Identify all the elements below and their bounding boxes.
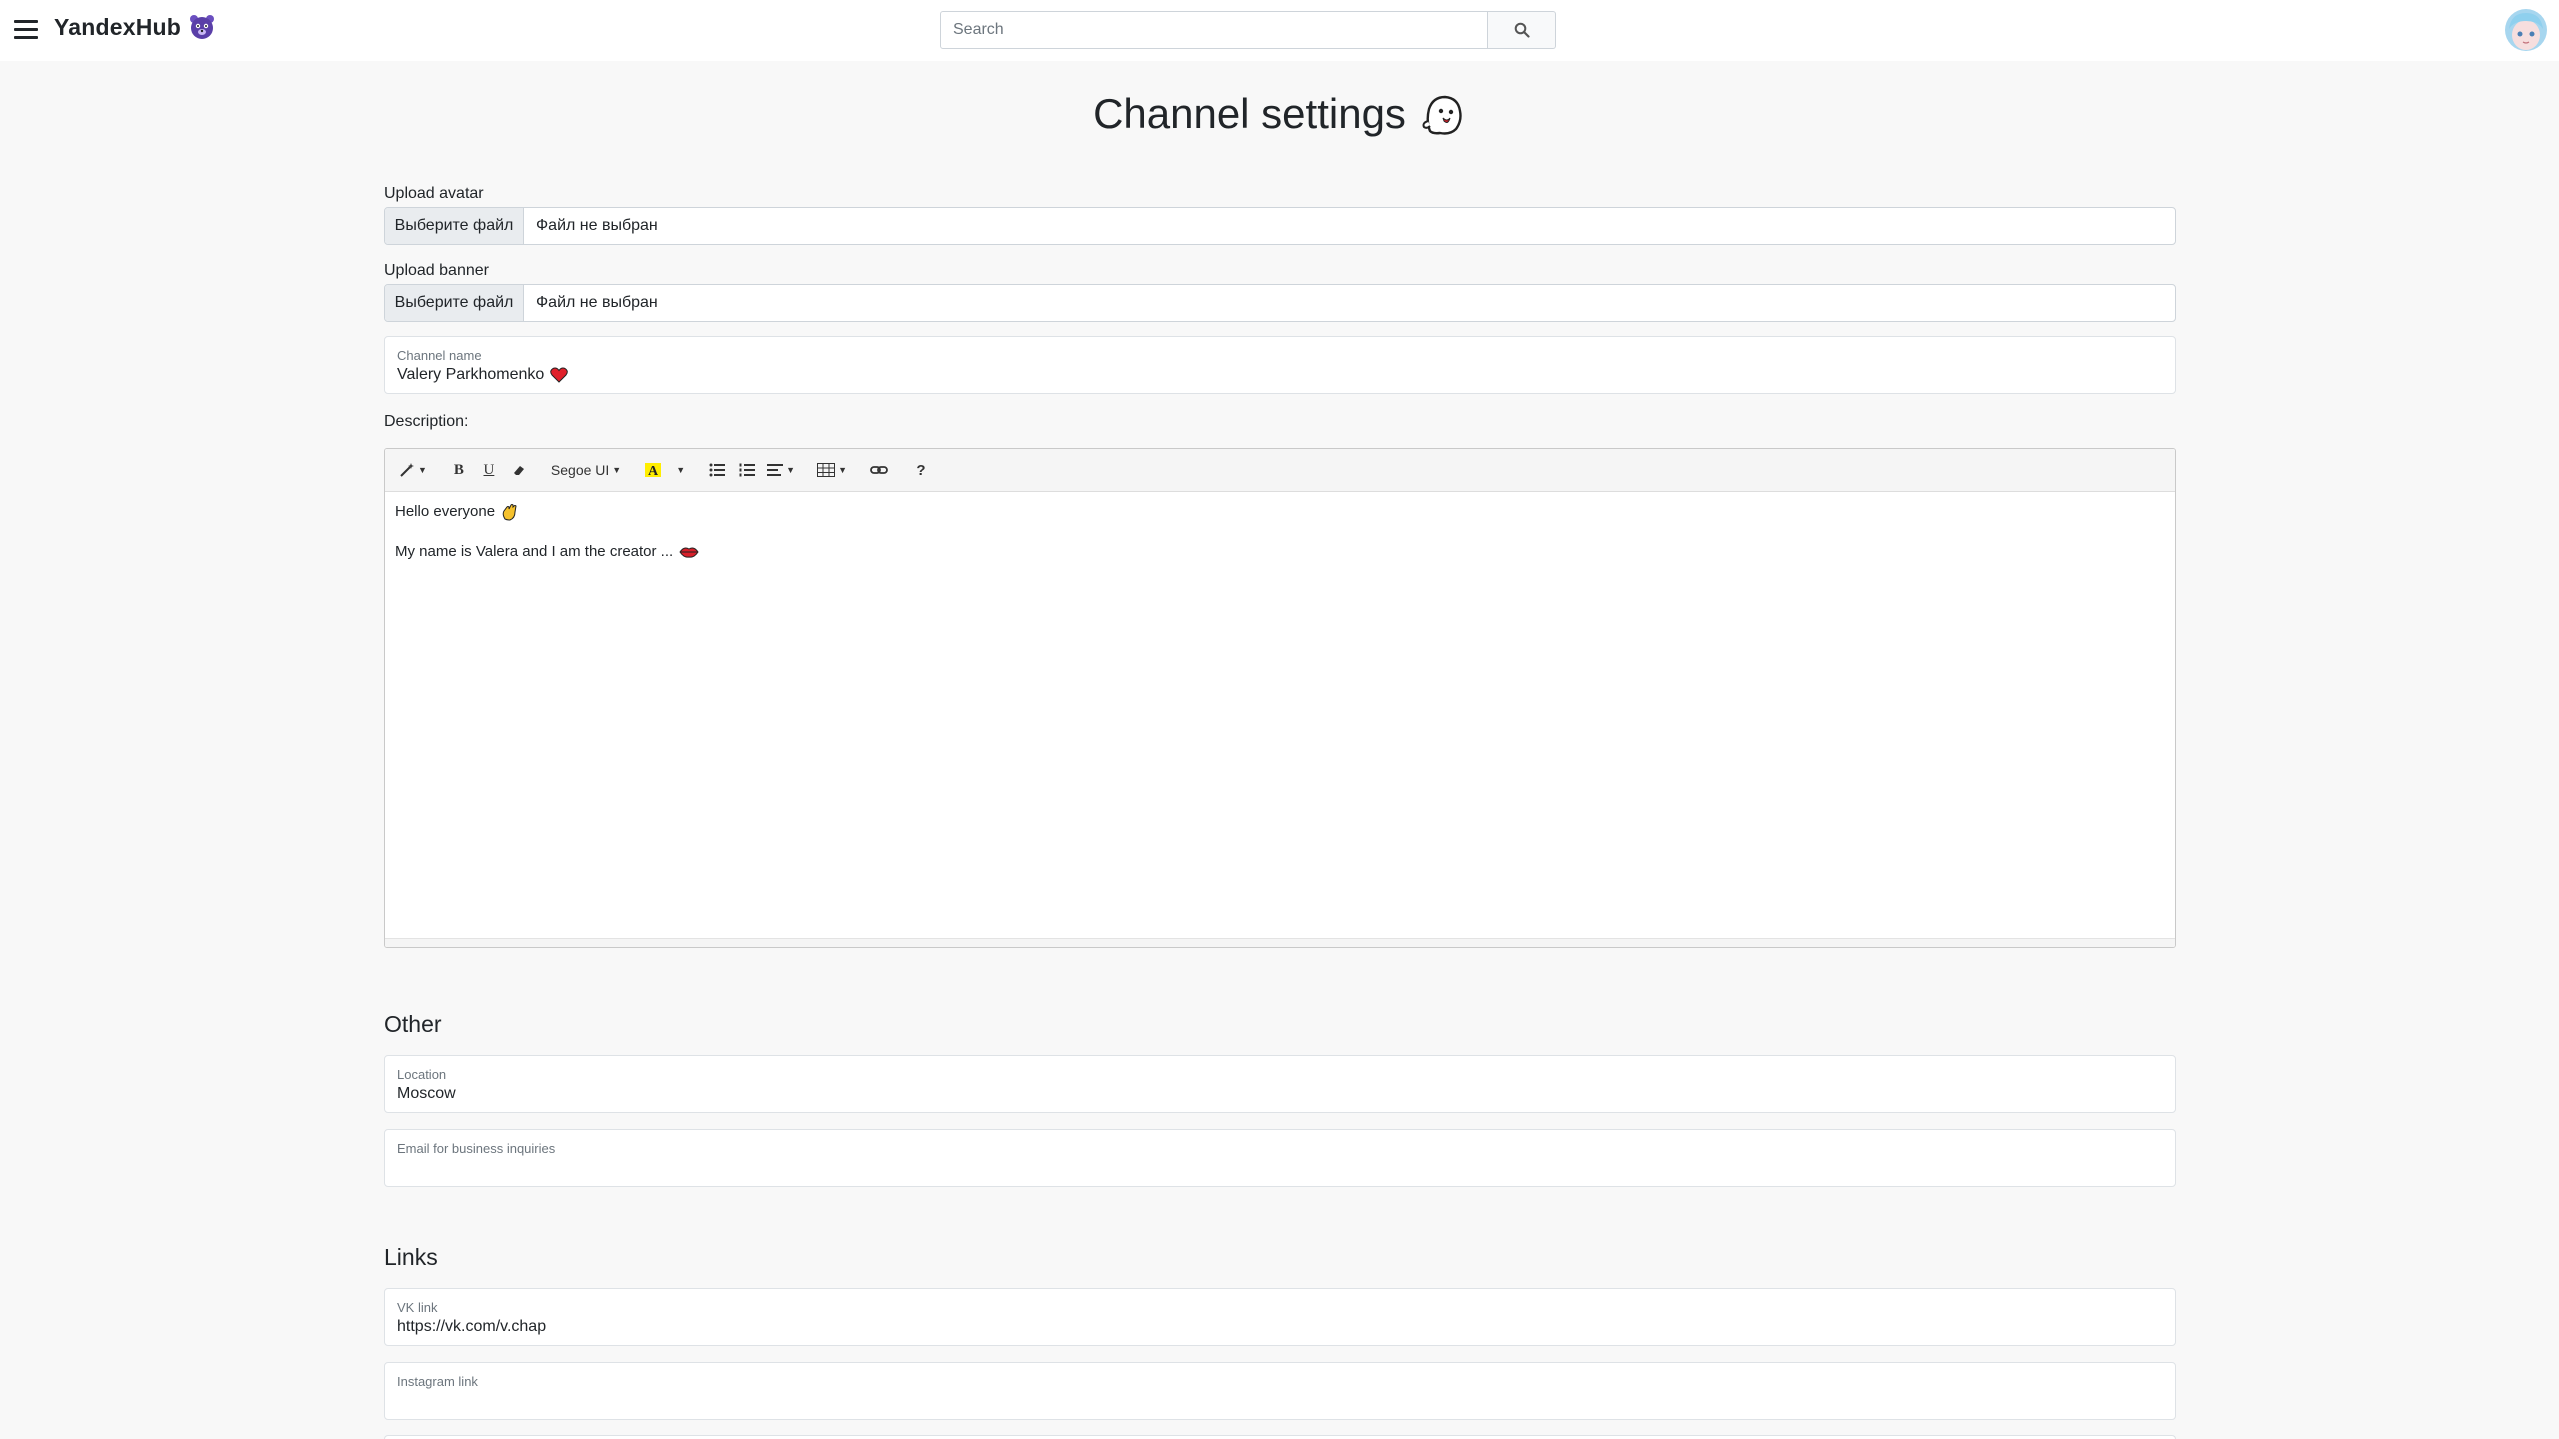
user-avatar[interactable] <box>2505 9 2547 51</box>
editor-resize-bar[interactable] <box>385 938 2175 947</box>
insert-link-button[interactable] <box>865 455 893 485</box>
chevron-down-icon: ▼ <box>838 465 847 475</box>
font-family-dropdown[interactable]: Segoe UI ▼ <box>547 455 625 485</box>
bold-button[interactable]: B <box>445 455 473 485</box>
heart-icon <box>550 367 569 383</box>
table-icon <box>817 463 836 477</box>
location-label: Location <box>397 1067 447 1082</box>
business-email-field[interactable]: Email for business inquiries <box>384 1129 2176 1187</box>
chevron-down-icon: ▼ <box>612 465 622 475</box>
magic-style-button[interactable]: ▼ <box>395 455 431 485</box>
font-family-value: Segoe UI <box>550 462 610 478</box>
instagram-link-field[interactable]: Instagram link <box>384 1362 2176 1420</box>
location-value: Moscow <box>397 1085 456 1102</box>
next-link-field[interactable] <box>384 1435 2176 1439</box>
vk-link-field[interactable]: VK link https://vk.com/v.chap <box>384 1288 2176 1346</box>
description-label: Description: <box>384 413 469 430</box>
eraser-icon <box>513 466 524 475</box>
bullet-list-button[interactable] <box>703 455 731 485</box>
business-email-label: Email for business inquiries <box>397 1141 556 1156</box>
vk-link-value: https://vk.com/v.chap <box>397 1318 547 1335</box>
brand-name: YandexHub <box>54 13 182 40</box>
svg-text:A: A <box>648 464 659 479</box>
chevron-down-icon: ▼ <box>676 465 686 475</box>
upload-banner-input[interactable]: Выберите файл Файл не выбран <box>384 284 2176 322</box>
links-section-title: Links <box>384 1244 438 1270</box>
upload-avatar-input[interactable]: Выберите файл Файл не выбран <box>384 207 2176 245</box>
upload-avatar-choose-button[interactable]: Выберите файл <box>385 208 524 244</box>
upload-banner-status: Файл не выбран <box>536 294 658 311</box>
highlight-color-icon: A <box>645 463 662 479</box>
search-icon <box>1514 22 1530 38</box>
lips-icon <box>679 547 699 558</box>
magic-wand-icon <box>400 463 414 477</box>
page-title: Channel settings <box>0 90 2559 138</box>
search-button[interactable] <box>1488 11 1556 49</box>
bullet-list-icon <box>709 463 726 477</box>
channel-name-label: Channel name <box>397 348 482 363</box>
channel-name-value-wrap: Valery Parkhomenko <box>397 366 569 384</box>
upload-banner-choose-button[interactable]: Выберите файл <box>385 285 524 321</box>
editor-content[interactable]: Hello everyone My name is Valera and I a… <box>385 492 2175 592</box>
search-input[interactable] <box>940 11 1488 49</box>
chevron-down-icon: ▼ <box>418 465 427 475</box>
upload-banner-label: Upload banner <box>384 262 489 279</box>
channel-name-field[interactable]: Channel name Valery Parkhomenko <box>384 336 2176 394</box>
upload-avatar-label: Upload avatar <box>384 185 484 202</box>
page-title-text: Channel settings <box>1093 90 1406 137</box>
text-color-dropdown[interactable]: ▼ <box>669 455 689 485</box>
editor-line-1: Hello everyone <box>395 502 2165 522</box>
ghost-icon <box>1422 95 1462 135</box>
help-button[interactable]: ? <box>907 455 935 485</box>
editor-line-2-text: My name is Valera and I am the creator .… <box>395 543 674 560</box>
link-icon <box>870 466 888 474</box>
waving-hand-icon <box>502 504 517 521</box>
paragraph-align-button[interactable]: ▼ <box>763 455 799 485</box>
location-field[interactable]: Location Moscow <box>384 1055 2176 1113</box>
menu-icon[interactable] <box>14 20 38 40</box>
clear-format-button[interactable] <box>505 455 533 485</box>
channel-name-value: Valery Parkhomenko <box>397 366 545 383</box>
numbered-list-button[interactable] <box>733 455 761 485</box>
top-navbar: YandexHub <box>0 0 2559 61</box>
underline-button[interactable]: U <box>475 455 503 485</box>
description-editor: ▼ B U Segoe UI ▼ A ▼ ▼ ▼ ? Hello everyon… <box>384 448 2176 948</box>
upload-avatar-status: Файл не выбран <box>536 217 658 234</box>
align-left-icon <box>767 464 784 476</box>
numbered-list-icon <box>739 463 756 477</box>
vk-link-label: VK link <box>397 1300 438 1315</box>
text-color-button[interactable]: A <box>639 455 667 485</box>
search-bar <box>940 11 1556 49</box>
chevron-down-icon: ▼ <box>786 465 796 475</box>
other-section-title: Other <box>384 1011 442 1037</box>
editor-line-1-text: Hello everyone <box>395 503 496 520</box>
editor-line-2: My name is Valera and I am the creator .… <box>395 542 2165 562</box>
bear-mascot-icon <box>190 15 215 39</box>
brand-logo[interactable]: YandexHub <box>54 13 215 41</box>
insert-table-button[interactable]: ▼ <box>813 455 851 485</box>
editor-toolbar: ▼ B U Segoe UI ▼ A ▼ ▼ ▼ ? <box>385 449 2175 492</box>
instagram-link-label: Instagram link <box>397 1374 478 1389</box>
